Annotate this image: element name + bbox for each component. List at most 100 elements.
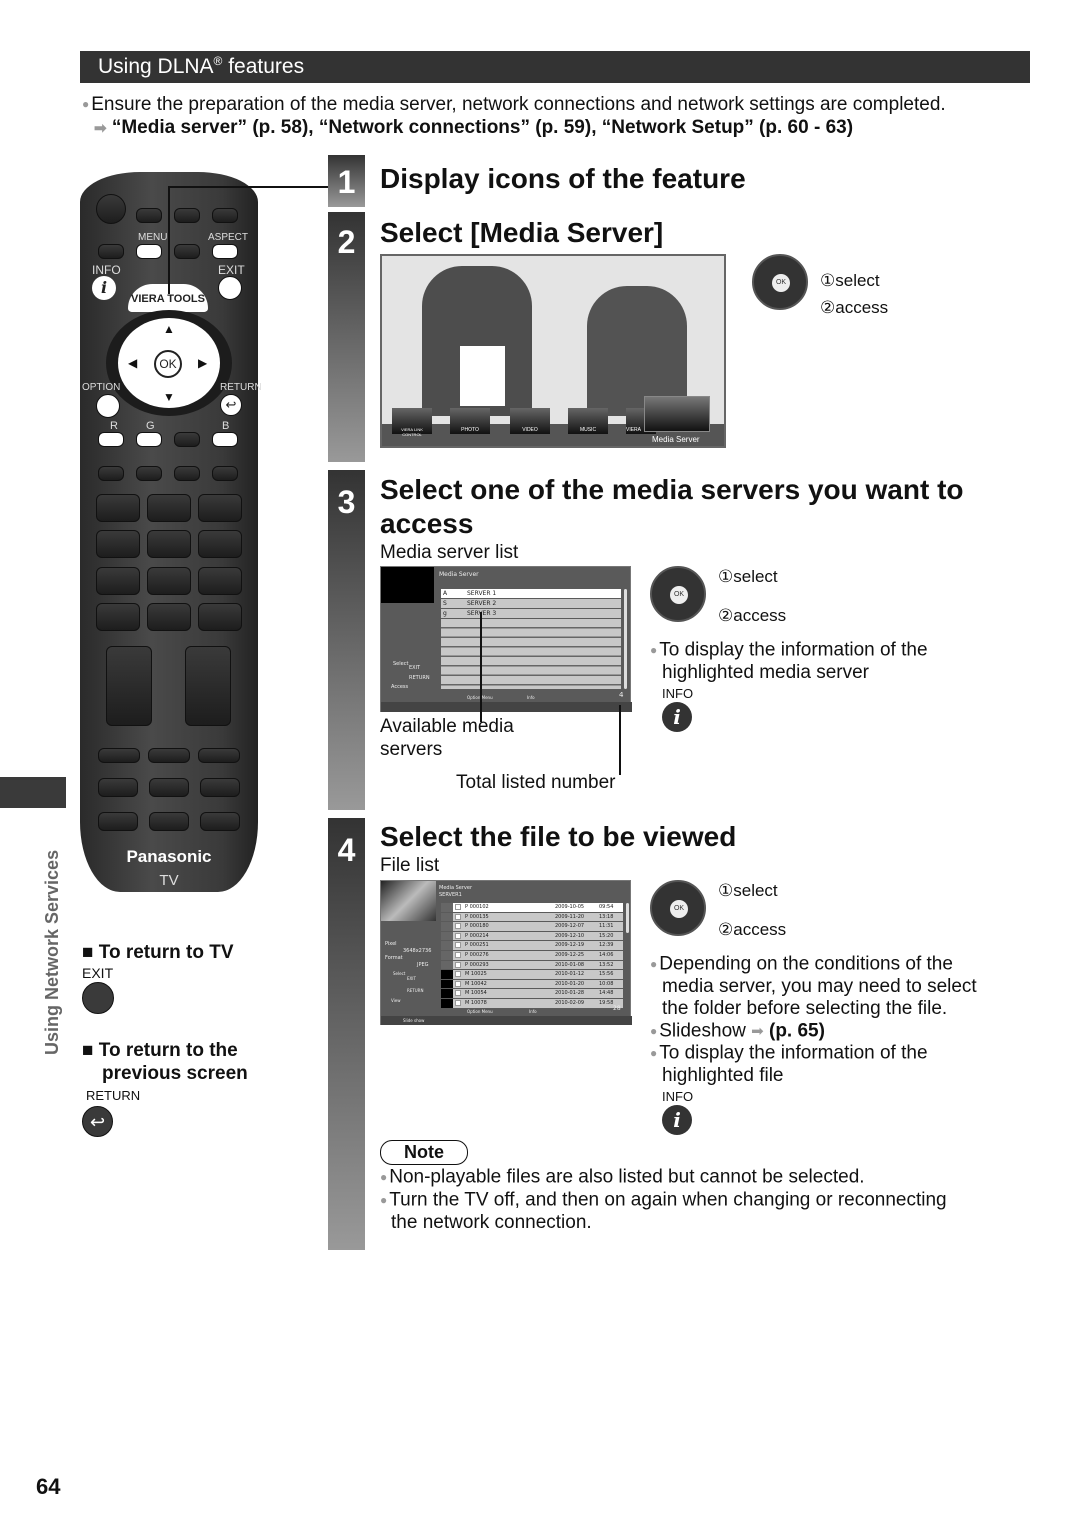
file-type-icon	[455, 942, 461, 949]
callout-line	[168, 186, 170, 294]
remote-button[interactable]	[198, 748, 240, 763]
menu-button[interactable]	[136, 244, 162, 259]
file-row[interactable]: M 10078 2010-02-09 19:58	[441, 999, 623, 1008]
down-arrow-icon[interactable]: ▼	[163, 390, 175, 404]
file-row[interactable]: P 000214 2009-12-10 15:20	[441, 931, 623, 941]
ok-label: OK	[159, 357, 177, 371]
brand-logo: Panasonic	[126, 847, 212, 866]
remote-button[interactable]	[98, 812, 138, 831]
remote-button[interactable]	[98, 244, 124, 259]
remote-button[interactable]	[174, 244, 200, 259]
slideshow-page-link[interactable]: (p. 65)	[769, 1020, 825, 1041]
blue-button[interactable]	[212, 432, 238, 447]
file-row[interactable]: P 000135 2009-11-20 13:18	[441, 912, 623, 922]
number-button[interactable]	[198, 567, 242, 595]
server-row[interactable]: S SERVER 2	[441, 599, 621, 608]
aspect-button[interactable]	[212, 244, 238, 259]
number-button[interactable]	[96, 603, 140, 631]
file-name: P 000251	[465, 942, 489, 949]
remote-button[interactable]	[148, 748, 190, 763]
file-thumbnail	[441, 912, 453, 922]
volume-rocker[interactable]	[106, 646, 152, 726]
number-button[interactable]	[96, 567, 140, 595]
remote-button[interactable]	[149, 812, 189, 831]
file-row[interactable]: M 10042 2010-01-20 10:08	[441, 979, 623, 989]
exit-button[interactable]	[218, 276, 242, 300]
ok-button[interactable]: OK	[154, 350, 182, 378]
remote-button[interactable]	[174, 466, 200, 481]
remote-button[interactable]	[200, 812, 240, 831]
note-line: Depending on the conditions of the	[659, 953, 953, 975]
file-row[interactable]: P 000102 2009-10-05 09:54	[441, 903, 623, 912]
remote-button[interactable]	[149, 778, 189, 797]
return-prev-title: To return to the	[98, 1040, 238, 1061]
server-row[interactable]: A SERVER 1	[441, 589, 621, 598]
file-row[interactable]: P 000276 2009-12-25 14:06	[441, 951, 623, 960]
remote-button[interactable]	[174, 208, 200, 223]
number-button[interactable]	[198, 603, 242, 631]
number-button[interactable]	[147, 494, 191, 522]
number-button[interactable]	[96, 530, 140, 558]
file-date: 2010-01-12	[555, 971, 585, 978]
exit-button[interactable]	[82, 982, 114, 1014]
help-access: Access	[391, 684, 409, 690]
red-button[interactable]	[98, 432, 124, 447]
remote-button[interactable]	[98, 748, 140, 763]
step-title: Display icons of the feature	[380, 163, 746, 194]
file-name: M 10042	[465, 980, 487, 987]
remote-button[interactable]	[212, 208, 238, 223]
right-arrow-icon[interactable]: ▶	[198, 356, 207, 370]
menu-icon[interactable]: PHOTO	[450, 408, 490, 434]
power-button[interactable]	[96, 194, 126, 224]
return-label: RETURN	[86, 1088, 141, 1103]
remote-button[interactable]	[200, 778, 240, 797]
number-button[interactable]	[147, 530, 191, 558]
file-date: 2009-12-07	[555, 923, 585, 930]
remote-button[interactable]	[136, 208, 162, 223]
file-row[interactable]: P 000251 2009-12-19 12:39	[441, 941, 623, 950]
number-button[interactable]	[198, 494, 242, 522]
remote-button[interactable]	[98, 778, 138, 797]
scrollbar[interactable]	[626, 903, 629, 933]
ok-icon: OK	[772, 274, 790, 292]
file-type-icon	[455, 923, 461, 930]
remote-button[interactable]	[212, 466, 238, 481]
file-time: 15:20	[599, 932, 614, 939]
menu-icon[interactable]: VIERA LINK CONTROL	[392, 408, 432, 437]
yellow-button[interactable]	[174, 432, 200, 447]
number-button[interactable]	[96, 494, 140, 522]
server-row[interactable]: g SERVER 3	[441, 609, 621, 618]
return-button[interactable]: ↩	[220, 394, 242, 416]
number-button[interactable]	[198, 530, 242, 558]
file-row[interactable]: P 000180 2009-12-07 11:31	[441, 922, 623, 931]
select-label: select	[835, 271, 880, 290]
remote-button[interactable]	[98, 466, 124, 481]
number-button[interactable]	[147, 603, 191, 631]
option-button[interactable]	[96, 394, 120, 418]
channel-rocker[interactable]	[185, 646, 231, 726]
menu-icon[interactable]: MUSIC	[568, 408, 608, 434]
file-row[interactable]: M 10054 2010-01-28 14:48	[441, 989, 623, 998]
ok-icon: OK	[670, 900, 688, 918]
return-button[interactable]: ↩	[82, 1106, 113, 1137]
up-arrow-icon[interactable]: ▲	[163, 322, 175, 336]
file-thumbnail	[441, 922, 453, 931]
file-row[interactable]: M 10025 2010-01-12 15:56	[441, 970, 623, 979]
green-button[interactable]	[136, 432, 162, 447]
number-button[interactable]	[147, 567, 191, 595]
callout-text: Available media	[380, 716, 514, 737]
file-type-icon	[455, 1000, 461, 1006]
info-button[interactable]: i	[92, 276, 116, 300]
menu-icon-selected[interactable]	[644, 396, 710, 432]
remote-button[interactable]	[136, 466, 162, 481]
step-subtitle: Media server list	[380, 542, 519, 563]
nav-select: ①select	[820, 270, 880, 293]
menu-icon[interactable]: VIDEO	[510, 408, 550, 434]
left-arrow-icon[interactable]: ◀	[128, 356, 137, 370]
file-date: 2009-12-19	[555, 942, 585, 949]
file-name: P 000293	[465, 961, 489, 968]
file-row[interactable]: P 000293 2010-01-08 13:52	[441, 960, 623, 970]
file-name: P 000102	[465, 904, 489, 910]
scrollbar[interactable]	[624, 589, 627, 689]
blue-label: B	[222, 420, 230, 432]
